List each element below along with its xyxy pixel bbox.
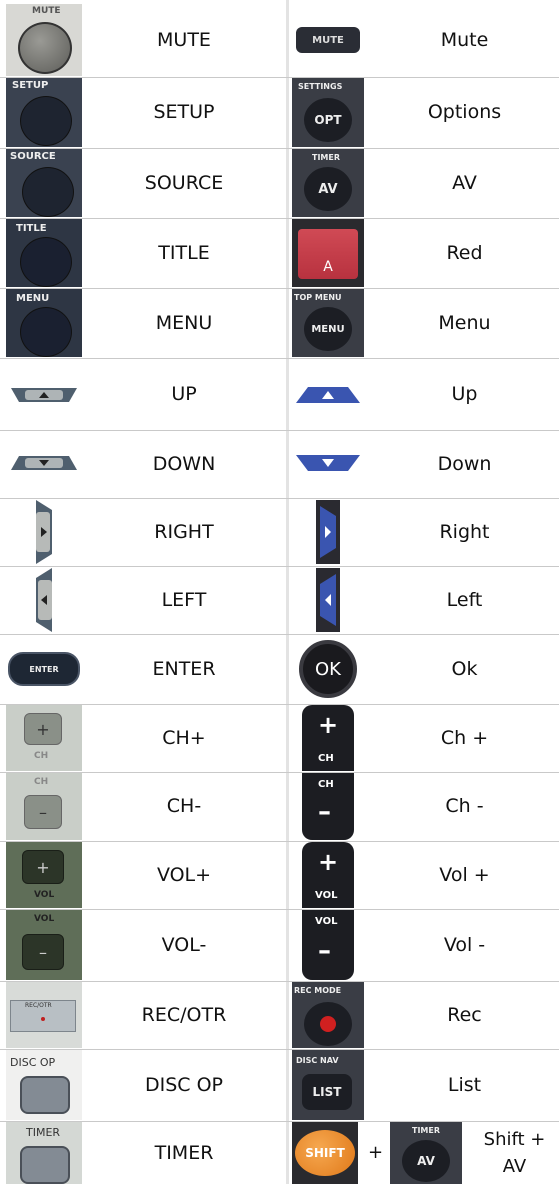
volume-up-old-icon: + VOL (6, 842, 82, 908)
volume-down-new-icon: VOL – (292, 910, 364, 980)
left-label: SOURCE (144, 171, 224, 194)
right-label: Vol + (439, 863, 490, 886)
mute-button-new-icon: MUTE (292, 4, 364, 76)
key-mapping-table: { "rows": [ {"left":"MUTE","right":"Mute… (0, 0, 559, 1184)
left-label: VOL- (161, 933, 207, 956)
table-row: MENU MENU TOP MENU MENU Menu (0, 289, 559, 357)
shift-button-icon: SHIFT (292, 1122, 358, 1184)
left-label: CH- (166, 795, 202, 818)
right-label: Rec (447, 1003, 482, 1026)
left-label: TIMER (154, 1141, 214, 1164)
right-label: Ch - (445, 795, 484, 818)
channel-down-new-icon: CH – (292, 773, 364, 840)
down-arrow-new-icon (292, 431, 364, 497)
table-row: DISC OP DISC OP DISC NAV LIST List (0, 1050, 559, 1120)
table-row: VOL – VOL- VOL – Vol - (0, 910, 559, 980)
left-arrow-new-icon (292, 567, 364, 633)
left-label: CH+ (162, 726, 206, 749)
down-arrow-old-icon (6, 431, 82, 497)
left-label: TITLE (158, 241, 210, 264)
disc-nav-list-new-icon: DISC NAV LIST (292, 1050, 364, 1120)
options-button-new-icon: SETTINGS OPT (292, 78, 364, 147)
volume-down-old-icon: VOL – (6, 910, 82, 980)
right-arrow-old-icon (6, 499, 82, 565)
right-label: List (447, 1073, 482, 1096)
table-row: TITLE TITLE A Red (0, 219, 559, 287)
right-label: Mute (440, 28, 489, 51)
disc-op-old-icon: DISC OP (6, 1050, 82, 1120)
left-label: VOL+ (156, 863, 212, 886)
mute-button-old-icon: MUTE (6, 4, 82, 76)
up-arrow-new-icon (292, 359, 364, 429)
red-a-button-icon: A (292, 219, 364, 287)
av-button-new-icon: TIMER AV (292, 149, 364, 217)
table-row: REC/OTR REC/OTR REC MODE Rec (0, 982, 559, 1048)
channel-up-old-icon: + CH (6, 705, 82, 771)
left-arrow-old-icon (6, 567, 82, 633)
table-row: ENTER ENTER OK Ok (0, 635, 559, 703)
up-arrow-old-icon (6, 359, 82, 429)
menu-button-old-icon: MENU (6, 289, 82, 357)
table-row: LEFT Left (0, 567, 559, 633)
title-button-old-icon: TITLE (6, 219, 82, 287)
right-label: Menu (438, 311, 491, 334)
top-menu-button-new-icon: TOP MENU MENU (292, 289, 364, 357)
table-row: TIMER TIMER SHIFT + TIMER AV Shift + AV (0, 1122, 559, 1184)
plus-sign: + (368, 1142, 384, 1163)
table-row: MUTE MUTE MUTE Mute (0, 4, 559, 76)
left-label: DOWN (152, 452, 216, 475)
right-label: Shift + AV (483, 1129, 546, 1177)
left-label: ENTER (152, 657, 216, 680)
left-label: REC/OTR (141, 1003, 227, 1026)
right-label: Options (427, 101, 502, 124)
left-label: LEFT (161, 588, 207, 611)
volume-up-new-icon: + VOL (292, 842, 364, 908)
right-arrow-new-icon (292, 499, 364, 565)
left-label: UP (171, 382, 197, 405)
timer-old-icon: TIMER (6, 1122, 82, 1184)
channel-down-old-icon: CH – (6, 773, 82, 840)
table-row: DOWN Down (0, 431, 559, 497)
table-row: SETUP SETUP SETTINGS OPT Options (0, 78, 559, 147)
table-row: CH – CH- CH – Ch - (0, 773, 559, 840)
left-label: RIGHT (154, 520, 214, 543)
right-label: Left (446, 588, 483, 611)
left-label: MUTE (157, 28, 211, 51)
table-row: + VOL VOL+ + VOL Vol + (0, 842, 559, 908)
right-label: Right (439, 520, 490, 543)
setup-button-old-icon: SETUP (6, 78, 82, 147)
table-row: RIGHT Right (0, 499, 559, 565)
table-row: + CH CH+ + CH Ch + (0, 705, 559, 771)
rec-otr-old-icon: REC/OTR (6, 982, 82, 1048)
right-label: Vol - (443, 933, 486, 956)
right-label: Down (437, 452, 492, 475)
right-label: Ch + (440, 726, 489, 749)
right-label: Red (446, 241, 483, 264)
table-row: UP Up (0, 359, 559, 429)
ok-button-new-icon: OK (292, 635, 364, 703)
left-label: DISC OP (144, 1073, 223, 1096)
right-label: AV (452, 171, 477, 194)
right-label: Ok (451, 657, 478, 680)
source-button-old-icon: SOURCE (6, 149, 82, 217)
left-label: MENU (155, 311, 213, 334)
table-row: SOURCE SOURCE TIMER AV AV (0, 149, 559, 217)
enter-button-old-icon: ENTER (6, 635, 82, 703)
right-label: Up (451, 382, 478, 405)
rec-mode-new-icon: REC MODE (292, 982, 364, 1048)
shift-plus-av-combo: SHIFT + TIMER AV (292, 1122, 468, 1184)
channel-up-new-icon: + CH (292, 705, 364, 771)
left-label: SETUP (153, 101, 215, 124)
timer-av-button-icon: TIMER AV (390, 1122, 462, 1184)
